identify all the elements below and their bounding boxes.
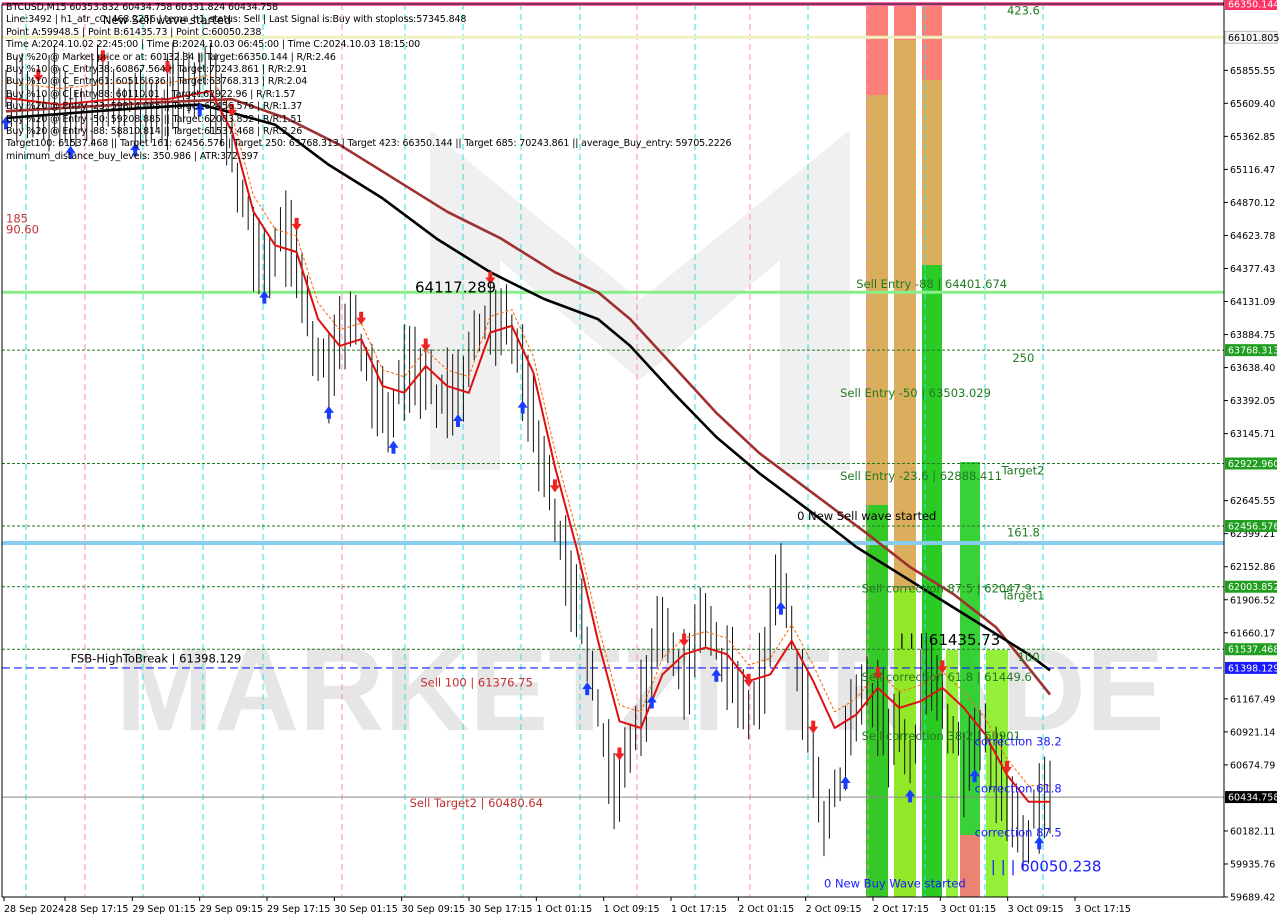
chart-annotation: Target1 (1001, 588, 1045, 602)
info-line: Buy %10 @ C_Entry88: 60110.01 || Target:… (6, 88, 296, 100)
chart-annotation: Sell 100 | 61376.75 (420, 675, 532, 689)
price-marker-label: 62456.576 (1228, 522, 1279, 533)
info-line: Buy %20 @ Market price or at: 60132.34 |… (6, 51, 336, 63)
price-tick-label: 60921.14 (1230, 727, 1275, 738)
price-tick-label: 65116.47 (1230, 165, 1275, 176)
price-tick-label: 63884.75 (1230, 330, 1275, 341)
time-tick-label: 2 Oct 09:15 (806, 904, 862, 915)
chart-annotation: Sell Entry -50 | 63503.029 (840, 386, 991, 400)
chart-annotation: Target2 (1001, 464, 1045, 478)
info-line: Buy %20 @ Entry -88: 58810.814 || Target… (6, 126, 303, 138)
price-tick-label: 63145.71 (1230, 429, 1275, 440)
price-tick-label: 65609.40 (1230, 99, 1275, 110)
symbol-line: BTCUSD,M15 60353.832 60434.758 60331.824… (6, 2, 279, 13)
indicator-info-panel: BTCUSD,M15 60353.832 60434.758 60331.824… (6, 2, 732, 163)
price-tick-label: 65362.85 (1230, 132, 1275, 143)
chart-annotation: Sell Entry -88 | 64401.674 (856, 277, 1007, 291)
time-tick-label: 1 Oct 09:15 (604, 904, 660, 915)
time-tick-label: 2 Oct 17:15 (873, 904, 929, 915)
price-tick-label: 59689.42 (1230, 893, 1275, 904)
price-tick-label: 61660.17 (1230, 628, 1275, 639)
info-line: Point A:59948.5 | Point B:61435.73 | Poi… (6, 26, 262, 38)
time-tick-label: 2 Oct 01:15 (738, 904, 794, 915)
info-line: Line:3492 | h1_atr_c0: 468.2256 | tema_h… (6, 14, 467, 26)
time-tick-label: 1 Oct 17:15 (671, 904, 727, 915)
price-tick-label: 63638.40 (1230, 363, 1275, 374)
chart-annotation: Sell Target2 | 60480.64 (410, 796, 543, 810)
info-line: Buy %10 @ C_Entry61: 60516.636 || Target… (6, 76, 308, 88)
price-tick-label: 64131.09 (1230, 297, 1275, 308)
chart-annotation: correction 38.2 (975, 734, 1062, 748)
time-tick-label: 1 Oct 01:15 (536, 904, 592, 915)
chart-annotation: 0 New Sell wave started (797, 509, 936, 523)
chart-annotation: Sell correction 61.8 | 61449.6 (862, 670, 1032, 684)
price-tick-label: 61167.49 (1230, 694, 1275, 705)
signal-bar (866, 4, 888, 95)
info-line: Time A:2024.10.02 22:45:00 | Time B:2024… (6, 39, 421, 51)
price-tick-label: 64623.78 (1230, 231, 1275, 242)
price-tick-label: 62645.55 (1230, 496, 1275, 507)
price-marker-label: 61537.468 (1228, 645, 1279, 656)
price-tick-label: 60674.79 (1230, 760, 1275, 771)
price-tick-label: 64377.43 (1230, 264, 1275, 275)
chart-annotation: Sell Entry -23.6 | 62888.411 (840, 469, 1002, 483)
time-tick-label: 29 Sep 01:15 (132, 904, 195, 915)
chart-annotation: 0 New Buy Wave started (824, 877, 966, 891)
price-tick-label: 59935.76 (1230, 859, 1275, 870)
chart-annotation: FSB-HighToBreak | 61398.129 (71, 651, 242, 665)
time-tick-label: 3 Oct 01:15 (940, 904, 996, 915)
chart-annotation: | | | 61435.73 (899, 631, 1000, 649)
time-tick-label: 29 Sep 09:15 (200, 904, 263, 915)
info-line: Target100: 61537.468 || Target 161: 6245… (6, 138, 732, 150)
price-tick-label: 63392.05 (1230, 396, 1275, 407)
time-tick-label: 30 Sep 09:15 (402, 904, 465, 915)
price-marker-label: 62922.960 (1228, 459, 1279, 470)
info-line: Buy %10 @ C_Entry38: 60867.564 || Target… (6, 64, 308, 76)
price-marker-label: 61398.129 (1228, 663, 1279, 674)
price-tick-label: 65855.55 (1230, 66, 1275, 77)
info-line: minimum_distance_buy_levels: 350.986 | A… (6, 150, 259, 162)
chart-annotation: 100 (1018, 650, 1040, 664)
signal-bar (946, 650, 958, 897)
chart-annotation: 423.6 (1007, 4, 1040, 18)
chart-annotation: | | | 60050.238 (991, 857, 1102, 875)
chart-annotation: 161.8 (1007, 525, 1040, 539)
price-tick-label: 60182.11 (1230, 826, 1275, 837)
chart-annotation: 90.60 (6, 222, 39, 236)
chart-annotation: 64117.289 (415, 278, 496, 296)
price-marker-label: 60434.758 (1228, 793, 1279, 804)
price-tick-label: 64870.12 (1230, 198, 1275, 209)
chart-annotation: 250 (1012, 351, 1034, 365)
time-tick-label: 3 Oct 17:15 (1075, 904, 1131, 915)
time-tick-label: 3 Oct 09:15 (1008, 904, 1064, 915)
price-marker-label: 66350.144 (1228, 0, 1279, 11)
chart-annotation: correction 87.5 (975, 826, 1062, 840)
time-tick-label: 29 Sep 17:15 (267, 904, 330, 915)
signal-bar (894, 4, 916, 40)
time-tick-label: 28 Sep 17:15 (65, 904, 128, 915)
time-tick-label: 28 Sep 2024 (4, 904, 64, 915)
price-tick-label: 61906.52 (1230, 595, 1275, 606)
price-marker-label: 66101.805 (1228, 33, 1279, 44)
price-marker-label: 63768.313 (1228, 346, 1279, 357)
price-marker-label: 62003.852 (1228, 582, 1279, 593)
time-tick-label: 30 Sep 01:15 (334, 904, 397, 915)
time-tick-label: 30 Sep 17:15 (469, 904, 532, 915)
info-line: Buy %20 @ Entry -50: 59208.885 || Target… (6, 113, 303, 125)
info-line: Buy %20 @ Entry -23: 59814.065 || Target… (6, 101, 303, 113)
chart-annotation: correction 61.8 (975, 781, 1062, 795)
price-tick-label: 62152.86 (1230, 562, 1275, 573)
